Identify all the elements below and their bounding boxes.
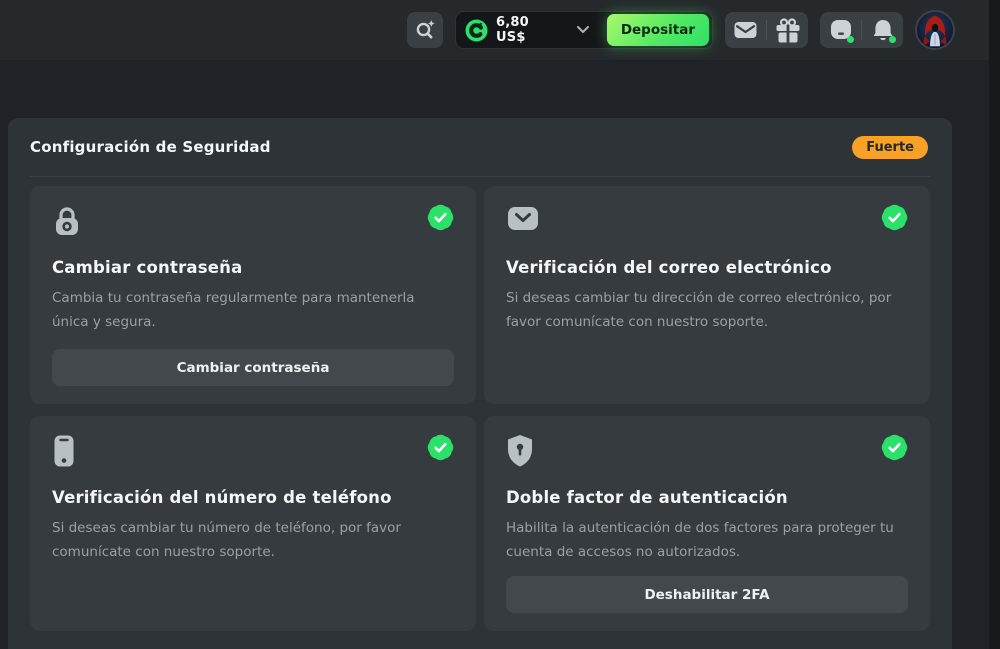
search-button[interactable] <box>407 12 443 48</box>
verified-badge-icon <box>427 434 454 461</box>
bell-unread-dot <box>889 36 896 43</box>
disable-2fa-button[interactable]: Deshabilitar 2FA <box>506 576 908 613</box>
chat-button[interactable] <box>820 12 861 48</box>
security-tiles-grid: Cambiar contraseña Cambia tu contraseña … <box>30 186 930 631</box>
chevron-down-icon <box>577 26 589 34</box>
verified-badge-icon <box>427 204 454 231</box>
divider <box>30 176 930 177</box>
shield-icon <box>506 434 534 468</box>
coin-icon <box>465 19 488 42</box>
tile-email-verification: Verificación del correo electrónico Si d… <box>484 186 930 404</box>
gift-icon <box>776 18 800 43</box>
lock-icon <box>52 204 82 238</box>
page-title: Configuración de Seguridad <box>30 138 271 156</box>
change-password-button[interactable]: Cambiar contraseña <box>52 349 454 386</box>
verified-badge-icon <box>881 204 908 231</box>
deposit-button[interactable]: Depositar <box>607 14 709 46</box>
tile-description: Habilita la autenticación de dos factore… <box>506 517 908 564</box>
tile-title: Verificación del número de teléfono <box>52 488 454 507</box>
card-header: Configuración de Seguridad Fuerte <box>8 118 952 176</box>
notifications-button[interactable] <box>862 12 903 48</box>
chat-unread-dot <box>847 36 854 43</box>
mail-button[interactable] <box>725 12 766 48</box>
mail-icon <box>734 21 757 39</box>
scrollbar-track[interactable] <box>989 0 1000 649</box>
tile-description: Si deseas cambiar tu dirección de correo… <box>506 287 908 334</box>
tile-description: Si deseas cambiar tu número de teléfono,… <box>52 517 454 564</box>
envelope-icon <box>506 204 540 232</box>
mail-gift-group <box>725 12 808 48</box>
verified-badge-icon <box>881 434 908 461</box>
tile-title: Cambiar contraseña <box>52 258 454 277</box>
search-sparkle-icon <box>414 19 436 41</box>
security-settings-card: Configuración de Seguridad Fuerte <box>8 118 952 649</box>
wallet-currency-select[interactable]: 6,80 US$ Depositar <box>455 11 713 49</box>
chat-bell-group <box>820 12 903 48</box>
wallet-balance: 6,80 US$ <box>496 15 561 45</box>
tile-title: Doble factor de autenticación <box>506 488 908 507</box>
password-strength-badge: Fuerte <box>852 136 928 159</box>
tile-phone-verification: Verificación del número de teléfono Si d… <box>30 416 476 631</box>
tile-title: Verificación del correo electrónico <box>506 258 908 277</box>
phone-icon <box>52 434 76 468</box>
gift-button[interactable] <box>767 12 808 48</box>
top-bar: 6,80 US$ Depositar <box>0 0 1000 60</box>
tile-description: Cambia tu contraseña regularmente para m… <box>52 287 454 334</box>
tile-change-password: Cambiar contraseña Cambia tu contraseña … <box>30 186 476 404</box>
user-avatar[interactable] <box>915 10 955 50</box>
tile-two-factor-auth: Doble factor de autenticación Habilita l… <box>484 416 930 631</box>
